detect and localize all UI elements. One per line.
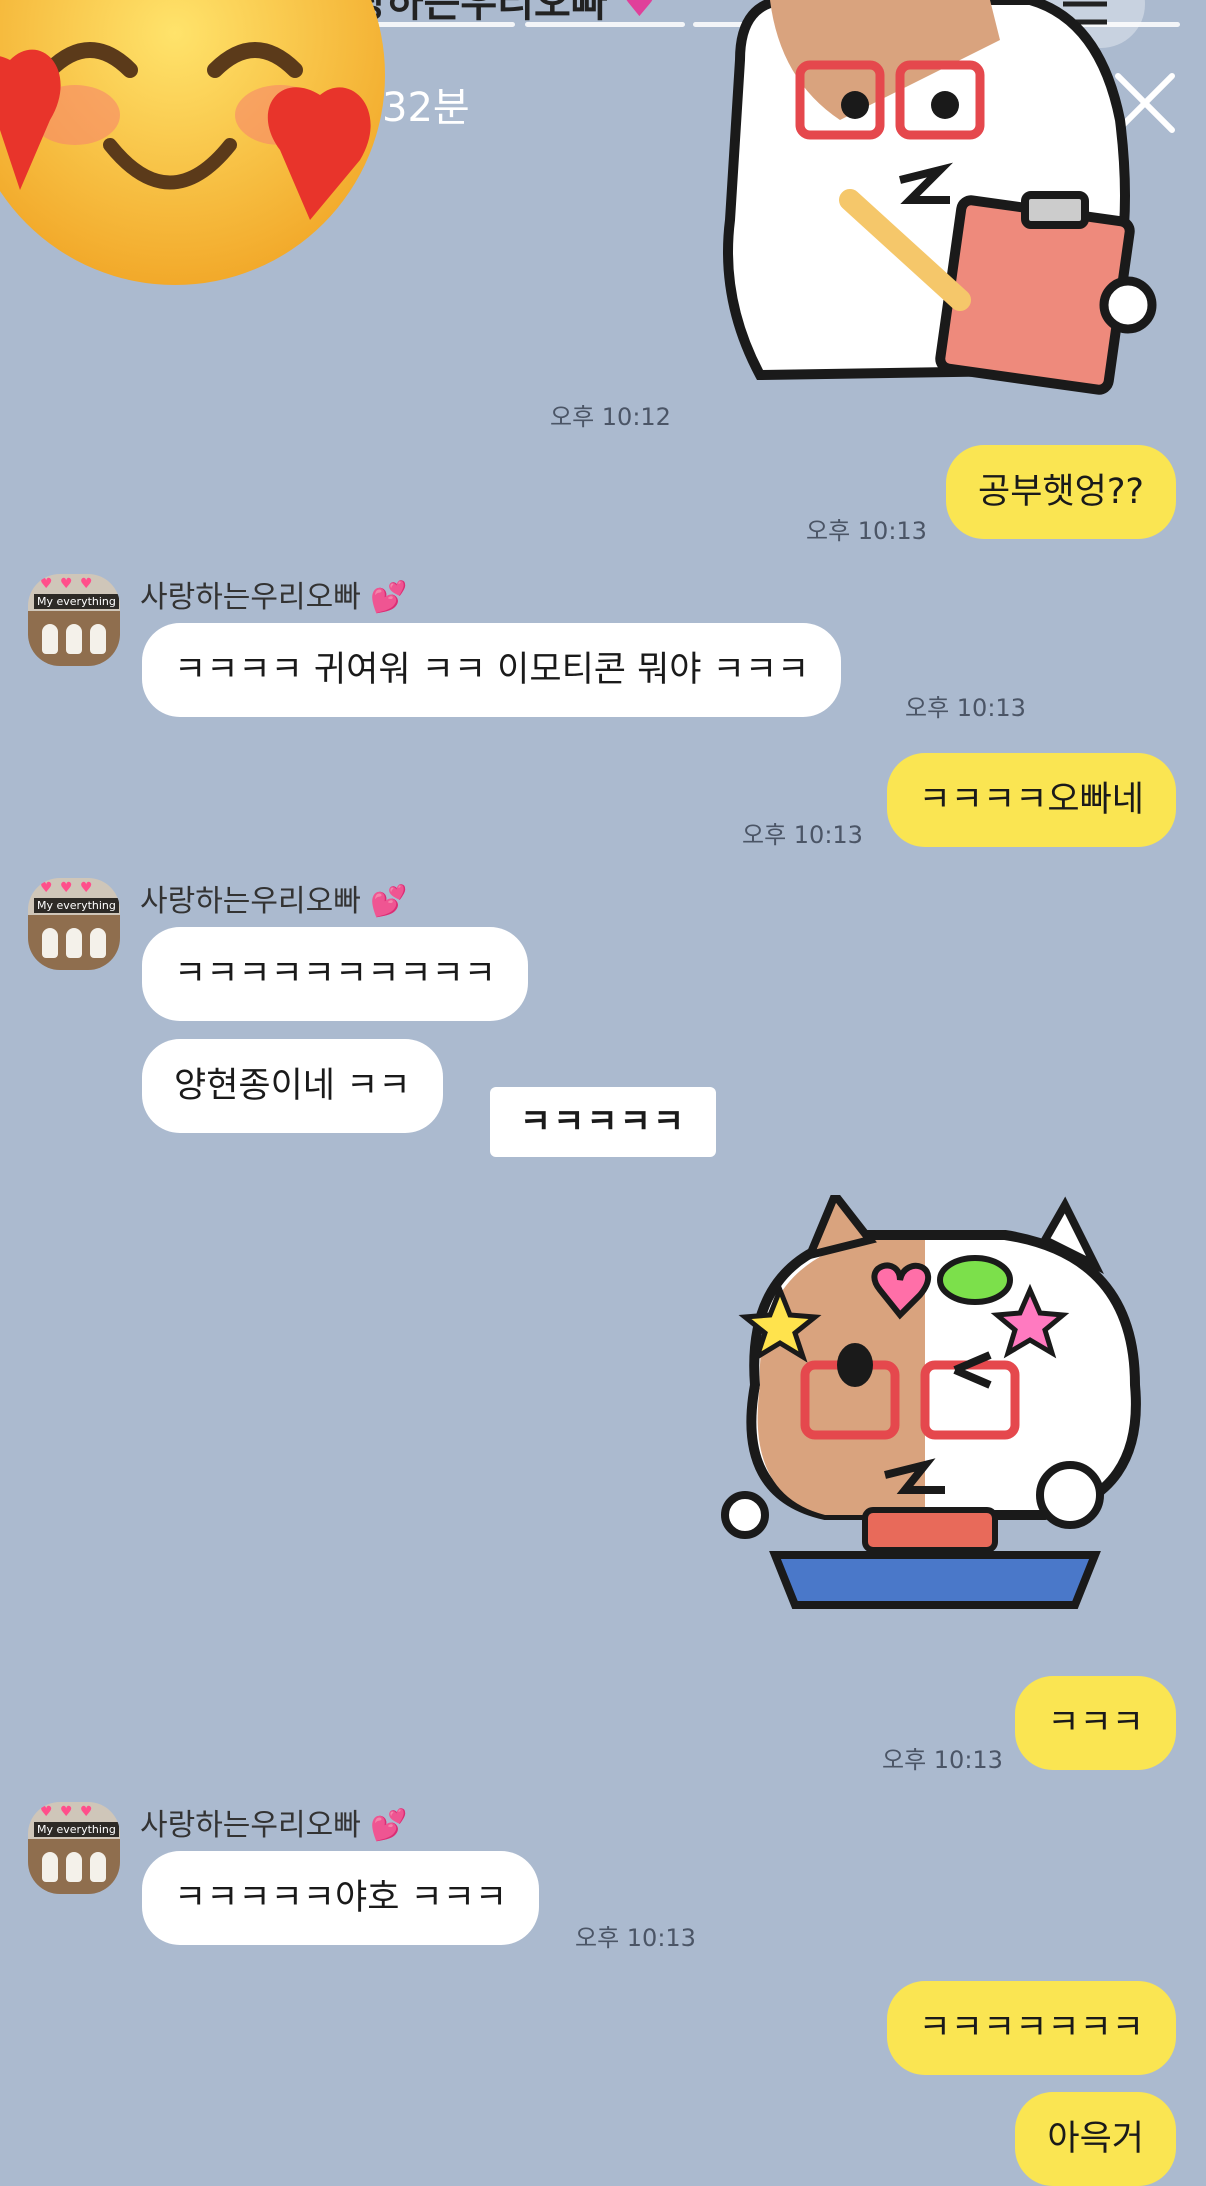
- avatar[interactable]: ♥ ♥ ♥ My everything: [28, 1802, 120, 1894]
- timestamp: 오후 10:12: [550, 403, 671, 431]
- message-time: 오후 10:13: [742, 821, 863, 849]
- sender-name: 사랑하는우리오빠 💕: [140, 580, 408, 615]
- heart-emoji: 💕: [370, 580, 408, 615]
- avatar-banner: My everything: [34, 594, 119, 609]
- sender-name: 사랑하는우리오빠 💕: [140, 884, 408, 919]
- story-text-overlay: ㅋㅋㅋㅋㅋ: [490, 1087, 716, 1157]
- message-time: 오후 10:13: [882, 1746, 1003, 1774]
- cat-clipboard-sticker: [723, 0, 1157, 395]
- outgoing-message-bubble[interactable]: ㅋㅋㅋㅋ오빠네: [886, 753, 1176, 847]
- avatar-banner: My everything: [34, 898, 119, 913]
- avatar[interactable]: ♥ ♥ ♥ My everything: [28, 574, 120, 666]
- outgoing-message-bubble[interactable]: ㅋㅋㅋㅋㅋㅋㅋ: [886, 1981, 1176, 2075]
- avatar-banner: My everything: [34, 1822, 119, 1837]
- message-time: 오후 10:13: [575, 1924, 696, 1952]
- heart-emoji: ♥: [621, 0, 658, 26]
- message-time: 오후 10:13: [905, 694, 1026, 722]
- message-time: 오후 10:13: [806, 517, 927, 545]
- incoming-message-bubble[interactable]: ㅋㅋㅋㅋ 귀여워 ㅋㅋ 이모티콘 뭐야 ㅋㅋㅋ: [142, 623, 842, 717]
- smiling-face-with-hearts-emoji: [0, 0, 385, 285]
- outgoing-message-bubble[interactable]: 아윽거: [1015, 2092, 1176, 2186]
- incoming-message-bubble[interactable]: ㅋㅋㅋㅋㅋ야호 ㅋㅋㅋ: [142, 1851, 540, 1945]
- sender-name: 사랑하는우리오빠 💕: [140, 1808, 408, 1843]
- winking-cat-sticker: [721, 1195, 1141, 1609]
- incoming-message-bubble[interactable]: 양현종이네 ㅋㅋ: [142, 1039, 443, 1133]
- heart-emoji: 💕: [370, 1808, 408, 1843]
- outgoing-message-bubble[interactable]: ㅋㅋㅋ: [1015, 1676, 1176, 1770]
- heart-emoji: 💕: [370, 884, 408, 919]
- avatar[interactable]: ♥ ♥ ♥ My everything: [28, 878, 120, 970]
- outgoing-message-bubble[interactable]: 공부햇엉??: [946, 445, 1176, 539]
- incoming-message-bubble[interactable]: ㅋㅋㅋㅋㅋㅋㅋㅋㅋㅋ: [142, 927, 529, 1021]
